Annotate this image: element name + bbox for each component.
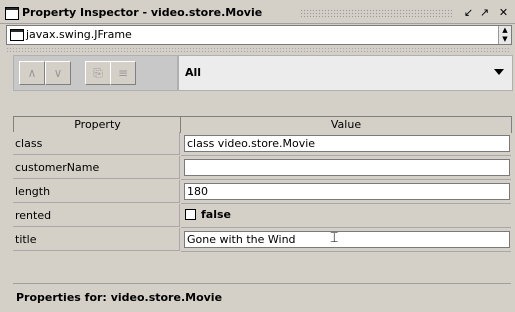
divider [6, 47, 510, 53]
footer-divider [13, 283, 511, 284]
restore-icon[interactable]: ↙ [462, 6, 475, 19]
close-icon[interactable]: ✕ [497, 6, 510, 19]
customername-value-field[interactable] [184, 159, 510, 176]
selector-spinner[interactable]: ▲ ▼ [498, 26, 511, 44]
move-down-icon: ∨ [53, 66, 63, 80]
length-value-field[interactable]: 180 [184, 183, 510, 200]
property-filter-dropdown[interactable]: All [178, 55, 513, 91]
text-cursor-icon: ⌶ [330, 230, 339, 246]
properties-for-value: video.store.Movie [110, 291, 223, 304]
title-bar[interactable]: Property Inspector - video.store.Movie ↙… [0, 4, 515, 24]
property-inspector-window: Property Inspector - video.store.Movie ↙… [0, 0, 515, 312]
property-table: Property Value class class video.store.M… [13, 116, 512, 264]
filter-value: All [185, 66, 202, 79]
title-value-field[interactable]: Gone with the Wind [184, 231, 510, 248]
property-name: customerName [13, 156, 180, 179]
rented-checkbox[interactable] [185, 209, 196, 220]
target-object-selector[interactable]: javax.swing.JFrame ▲ ▼ [6, 25, 512, 45]
property-value-cell: Gone with the Wind [181, 228, 511, 252]
property-value-cell: false [181, 204, 511, 228]
class-value-field[interactable]: class video.store.Movie [184, 135, 510, 152]
window-icon [5, 7, 19, 20]
maximize-icon[interactable]: ↗ [478, 6, 491, 19]
property-name: length [13, 180, 180, 203]
table-row: class class video.store.Movie [13, 132, 511, 156]
title-bar-grip [300, 9, 452, 19]
target-object-value: javax.swing.JFrame [26, 28, 132, 41]
column-header-property[interactable]: Property [13, 116, 182, 133]
property-name: rented [13, 204, 180, 227]
property-sheet-button[interactable]: ≡ [110, 61, 136, 85]
toolbar: ∧ ∨ ⎘ ≡ [13, 55, 178, 91]
table-row: customerName [13, 156, 511, 180]
column-header-value[interactable]: Value [180, 116, 512, 133]
frame-icon [10, 29, 24, 41]
property-value-cell [181, 156, 511, 180]
new-object-icon: ⎘ [93, 66, 103, 80]
move-up-icon: ∧ [27, 66, 37, 80]
table-row: length 180 [13, 180, 511, 204]
move-down-button[interactable]: ∨ [45, 61, 71, 85]
move-up-button[interactable]: ∧ [19, 61, 45, 85]
property-value-cell: 180 [181, 180, 511, 204]
properties-for-status: Properties for: video.store.Movie [16, 291, 222, 304]
new-object-button[interactable]: ⎘ [85, 61, 111, 85]
property-value-cell: class video.store.Movie [181, 132, 511, 156]
properties-for-label: Properties for: [16, 291, 107, 304]
property-name: class [13, 132, 180, 155]
table-row: rented false [13, 204, 511, 228]
property-name: title [13, 228, 180, 251]
property-sheet-icon: ≡ [117, 66, 129, 80]
table-row: title Gone with the Wind [13, 228, 511, 252]
window-title: Property Inspector - video.store.Movie [22, 6, 263, 19]
rented-checkbox-label: false [201, 208, 231, 221]
chevron-down-icon[interactable] [494, 69, 504, 75]
